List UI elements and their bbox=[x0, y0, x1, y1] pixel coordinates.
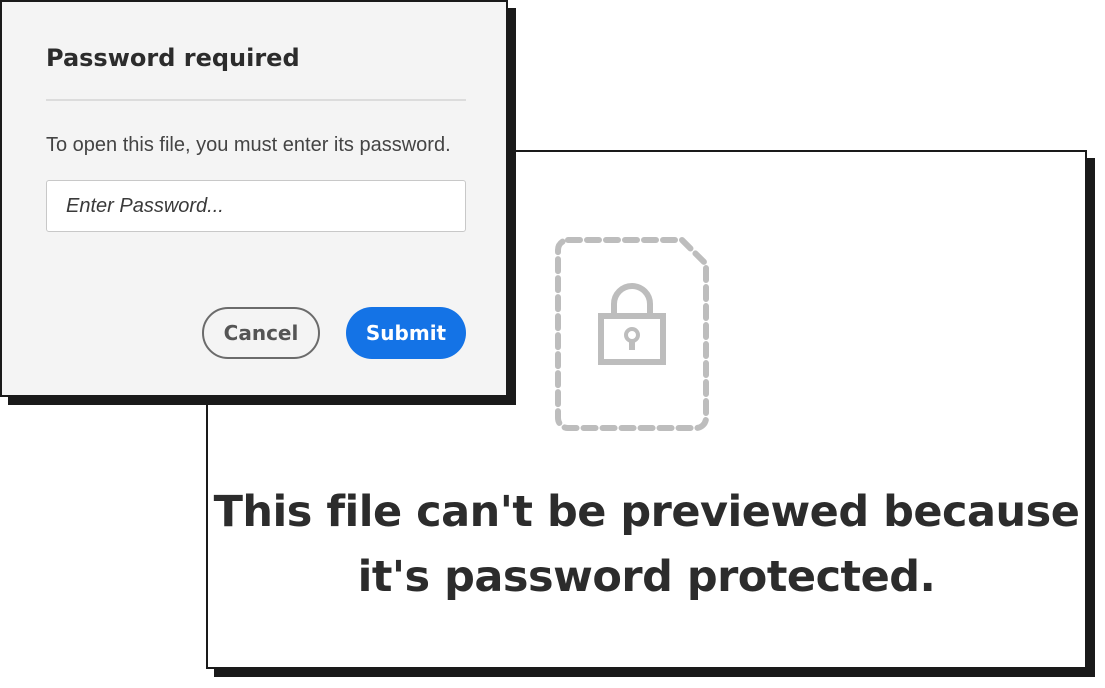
preview-message-line1: This file can't be previewed because bbox=[213, 487, 1080, 537]
submit-button[interactable]: Submit bbox=[346, 307, 466, 359]
dialog-title: Password required bbox=[46, 44, 300, 72]
locked-file-icon bbox=[555, 237, 709, 431]
dialog-instruction: To open this file, you must enter its pa… bbox=[46, 134, 451, 156]
password-dialog: Password required To open this file, you… bbox=[0, 0, 508, 397]
password-input[interactable] bbox=[46, 180, 466, 232]
preview-message: This file can't be previewed because it'… bbox=[208, 480, 1085, 610]
cancel-button[interactable]: Cancel bbox=[202, 307, 320, 359]
dialog-divider bbox=[46, 99, 466, 101]
preview-message-line2: it's password protected. bbox=[357, 552, 936, 602]
